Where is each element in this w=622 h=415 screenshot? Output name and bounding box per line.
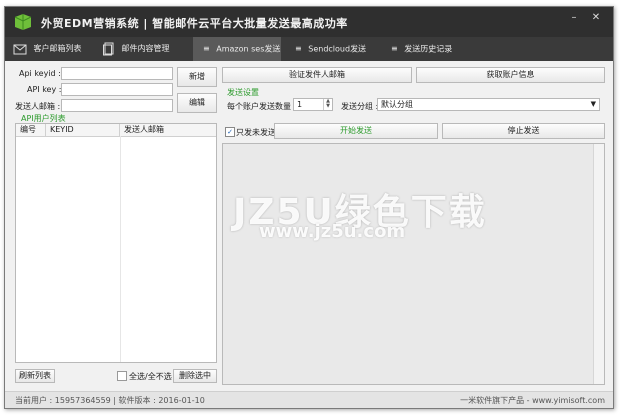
tab-label: 客户邮箱列表: [33, 44, 82, 53]
status-vendor-info: 一米软件旗下产品 - www.yimisoft.com: [460, 396, 605, 405]
stop-send-button[interactable]: 停止发送: [442, 123, 605, 139]
tab-sendcloud[interactable]: ≡ Sendcloud发送: [289, 37, 377, 61]
verify-sender-button[interactable]: 验证发件人邮箱: [222, 67, 412, 83]
chevron-down-icon: ▼: [590, 100, 596, 108]
tab-label: 发送历史记录: [404, 44, 453, 54]
status-bar: 当前用户 : 15957364559 | 软件版本 : 2016-01-10 一…: [5, 391, 613, 408]
only-unsent-label: 只发未发送: [236, 128, 276, 137]
per-account-value: 1: [297, 100, 303, 109]
add-button[interactable]: 新增: [177, 67, 217, 87]
minimize-icon[interactable]: –: [567, 12, 581, 24]
send-log-area[interactable]: [222, 143, 605, 385]
tab-amazon-ses[interactable]: ≡ Amazon ses发送: [193, 37, 281, 61]
stepper-arrows-icon[interactable]: ▲ ▼: [323, 99, 332, 110]
edit-button[interactable]: 编辑: [177, 93, 217, 113]
get-account-info-button[interactable]: 获取账户信息: [416, 67, 605, 83]
document-icon: [103, 42, 114, 55]
mail-icon: [13, 44, 27, 54]
select-all-checkbox[interactable]: [117, 371, 127, 381]
send-group-label: 发送分组 :: [341, 102, 379, 111]
api-key-input[interactable]: [61, 83, 173, 96]
start-send-button[interactable]: 开始发送: [274, 123, 438, 139]
tab-customer-emails[interactable]: 客户邮箱列表: [13, 37, 93, 61]
sender-email-input[interactable]: [61, 99, 173, 112]
log-scrollbar[interactable]: [593, 144, 604, 384]
watermark-url-text: www.jz5u.com: [259, 221, 406, 242]
per-account-stepper[interactable]: 1 ▲ ▼: [293, 98, 333, 111]
send-group-select[interactable]: 默认分组 ▼: [377, 98, 600, 111]
api-keyid-label: Api keyid :: [19, 69, 61, 78]
app-title: 外贸EDM营销系统 | 智能邮件云平台大批量发送最高成功率: [41, 17, 348, 30]
tab-send-history[interactable]: ≡ 发送历史记录: [385, 37, 465, 61]
close-icon[interactable]: ✕: [589, 12, 603, 24]
table-header: 编号 KEYID 发送人邮箱: [16, 124, 216, 137]
column-header-id[interactable]: 编号: [16, 124, 46, 136]
tab-label: Sendcloud发送: [308, 44, 367, 54]
status-user-info: 当前用户 : 15957364559 | 软件版本 : 2016-01-10: [15, 396, 205, 405]
api-key-label: API key :: [27, 85, 62, 94]
column-header-sender-email[interactable]: 发送人邮箱: [120, 124, 216, 136]
select-all-label: 全选/全不选: [129, 372, 172, 381]
api-user-table[interactable]: 编号 KEYID 发送人邮箱: [15, 123, 217, 363]
refresh-list-button[interactable]: 刷新列表: [15, 369, 55, 383]
app-logo-icon: [14, 14, 32, 30]
api-keyid-input[interactable]: [61, 67, 173, 80]
title-bar: 外贸EDM营销系统 | 智能邮件云平台大批量发送最高成功率 – ✕: [5, 7, 613, 37]
column-header-keyid[interactable]: KEYID: [46, 124, 120, 136]
menu-icon: ≡: [391, 44, 398, 53]
column-divider: [120, 136, 121, 362]
tab-bar: 客户邮箱列表 邮件内容管理 ≡ Amazon ses发送 ≡ Sendcloud…: [5, 37, 613, 61]
per-account-label: 每个账户发送数量 :: [227, 102, 297, 111]
tab-email-content[interactable]: 邮件内容管理: [103, 37, 189, 61]
send-group-value: 默认分组: [381, 100, 413, 109]
send-settings-title: 发送设置: [227, 88, 259, 97]
menu-icon: ≡: [203, 44, 210, 53]
app-window: 外贸EDM营销系统 | 智能邮件云平台大批量发送最高成功率 – ✕ 客户邮箱列表…: [4, 6, 614, 409]
tab-label: 邮件内容管理: [121, 44, 170, 53]
sender-email-label: 发送人邮箱 :: [15, 102, 61, 111]
delete-selected-button[interactable]: 删除选中: [173, 369, 217, 383]
menu-icon: ≡: [295, 44, 302, 53]
only-unsent-checkbox[interactable]: ✓: [225, 127, 235, 137]
tab-label: Amazon ses发送: [216, 44, 281, 54]
